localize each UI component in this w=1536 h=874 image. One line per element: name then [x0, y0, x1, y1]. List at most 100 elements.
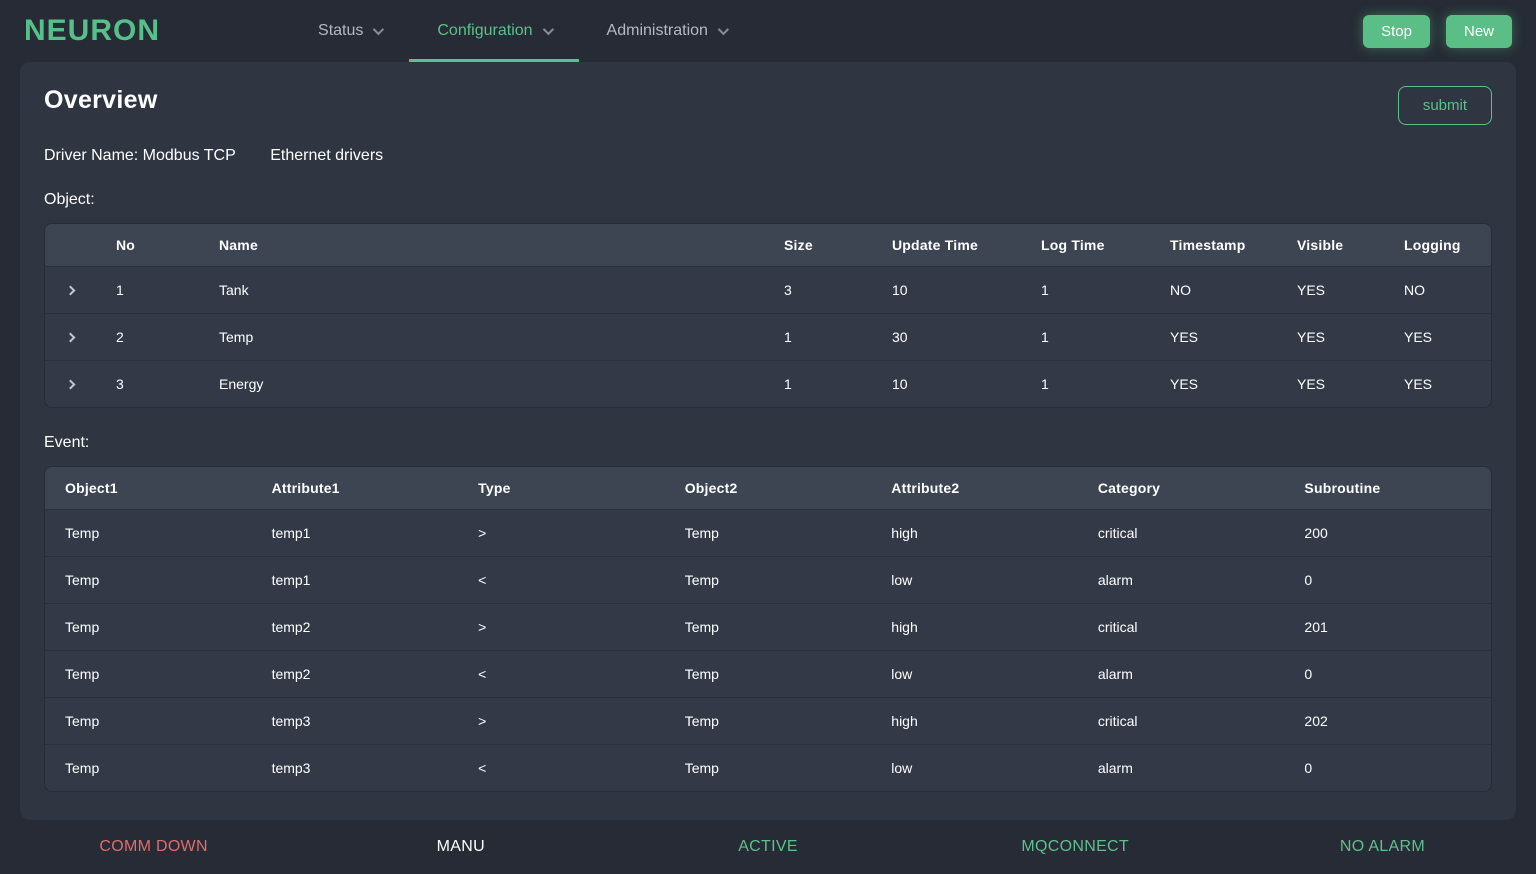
- status-badge: NO ALARM: [1339, 838, 1425, 855]
- cell-type: >: [478, 619, 487, 635]
- cell-object1: Temp: [65, 619, 100, 635]
- column-header-no: No: [116, 237, 136, 253]
- cell-timestamp: YES: [1170, 376, 1199, 392]
- cell-update-time: 10: [892, 376, 908, 392]
- stop-button[interactable]: Stop: [1363, 14, 1430, 48]
- submit-button[interactable]: submit: [1397, 86, 1492, 125]
- status-badge: ACTIVE: [738, 838, 798, 855]
- cell-no: 1: [116, 282, 124, 298]
- cell-size: 1: [784, 329, 792, 345]
- nav-item-administration[interactable]: Administration: [579, 0, 754, 62]
- cell-attribute2: low: [891, 760, 913, 776]
- cell-visible: YES: [1297, 329, 1326, 345]
- cell-size: 1: [784, 376, 792, 392]
- cell-object2: Temp: [684, 525, 719, 541]
- cell-subroutine: 0: [1304, 760, 1313, 776]
- cell-attribute1: temp3: [271, 760, 311, 776]
- table-row[interactable]: Temp temp2 < Temp low alarm 0: [45, 650, 1491, 697]
- column-header-object1: Object1: [65, 480, 118, 496]
- cell-size: 3: [784, 282, 792, 298]
- cell-category: critical: [1097, 713, 1138, 729]
- object-table-header: No Name Size Update Time Log Time Timest…: [45, 224, 1491, 266]
- column-header-size: Size: [784, 237, 813, 253]
- status-badge: COMM DOWN: [99, 838, 208, 855]
- table-row[interactable]: Temp temp1 < Temp low alarm 0: [45, 556, 1491, 603]
- cell-category: critical: [1097, 525, 1138, 541]
- status-bar: COMM DOWN MANU ACTIVE MQCONNECT NO ALARM: [0, 820, 1536, 874]
- cell-subroutine: 202: [1304, 713, 1328, 729]
- expand-row-icon[interactable]: [65, 332, 76, 342]
- cell-object2: Temp: [684, 666, 719, 682]
- brand-logo: NEURON: [24, 14, 161, 47]
- status-badge: MANU: [436, 838, 485, 855]
- cell-attribute2: high: [891, 525, 918, 541]
- cell-attribute2: low: [891, 666, 913, 682]
- cell-attribute1: temp2: [271, 666, 311, 682]
- nav-item-status[interactable]: Status: [290, 0, 409, 62]
- cell-type: <: [478, 666, 487, 682]
- cell-log-time: 1: [1041, 282, 1049, 298]
- cell-type: <: [478, 760, 487, 776]
- cell-update-time: 10: [892, 282, 908, 298]
- row-expander-cell: [45, 361, 100, 407]
- cell-type: >: [478, 713, 487, 729]
- table-row[interactable]: Temp temp1 > Temp high critical 200: [45, 509, 1491, 556]
- cell-category: alarm: [1097, 572, 1133, 588]
- cell-name: Temp: [219, 329, 254, 345]
- nav-actions: Stop New: [1363, 0, 1512, 62]
- column-header-timestamp: Timestamp: [1170, 237, 1246, 253]
- table-row[interactable]: 3 Energy 1 10 1 YES YES YES: [45, 360, 1491, 407]
- cell-subroutine: 0: [1304, 666, 1313, 682]
- driver-name-text: Driver Name: Modbus TCP: [44, 147, 236, 164]
- nav-item-label: Administration: [606, 22, 708, 39]
- table-row[interactable]: Temp temp3 < Temp low alarm 0: [45, 744, 1491, 791]
- cell-type: >: [478, 525, 487, 541]
- new-button[interactable]: New: [1445, 14, 1512, 48]
- object-section-label: Object:: [44, 191, 95, 208]
- row-expander-cell: [45, 267, 100, 313]
- cell-name: Tank: [219, 282, 249, 298]
- cell-log-time: 1: [1041, 329, 1049, 345]
- cell-category: critical: [1097, 619, 1138, 635]
- table-row[interactable]: Temp temp2 > Temp high critical 201: [45, 603, 1491, 650]
- cell-object2: Temp: [684, 572, 719, 588]
- cell-timestamp: NO: [1170, 282, 1191, 298]
- chevron-down-icon: [373, 23, 385, 36]
- cell-object2: Temp: [684, 713, 719, 729]
- cell-logging: YES: [1404, 329, 1433, 345]
- cell-name: Energy: [219, 376, 264, 392]
- cell-object1: Temp: [65, 666, 100, 682]
- cell-attribute2: high: [891, 713, 918, 729]
- cell-visible: YES: [1297, 376, 1326, 392]
- expand-row-icon[interactable]: [65, 285, 76, 295]
- expand-row-icon[interactable]: [65, 379, 76, 389]
- table-row[interactable]: Temp temp3 > Temp high critical 202: [45, 697, 1491, 744]
- cell-object1: Temp: [65, 572, 100, 588]
- table-row[interactable]: 1 Tank 3 10 1 NO YES NO: [45, 266, 1491, 313]
- object-table-body: 1 Tank 3 10 1 NO YES NO 2 Temp 1 30 1 YE…: [45, 266, 1491, 407]
- table-row[interactable]: 2 Temp 1 30 1 YES YES YES: [45, 313, 1491, 360]
- cell-subroutine: 200: [1304, 525, 1328, 541]
- chevron-down-icon: [717, 23, 729, 36]
- event-table: Object1 Attribute1 Type Object2 Attribut…: [44, 466, 1492, 792]
- top-nav: NEURON Status Configuration Administrati…: [0, 0, 1536, 62]
- cell-attribute1: temp2: [271, 619, 311, 635]
- cell-subroutine: 201: [1304, 619, 1328, 635]
- column-header-attribute2: Attribute2: [891, 480, 960, 496]
- nav-item-label: Status: [318, 22, 364, 39]
- cell-object2: Temp: [684, 760, 719, 776]
- cell-logging: YES: [1404, 376, 1433, 392]
- cell-no: 3: [116, 376, 124, 392]
- driver-type-text: Ethernet drivers: [270, 147, 384, 164]
- nav-item-configuration[interactable]: Configuration: [409, 0, 579, 62]
- cell-attribute1: temp1: [271, 572, 311, 588]
- column-header-category: Category: [1097, 480, 1161, 496]
- cell-attribute2: high: [891, 619, 918, 635]
- cell-timestamp: YES: [1170, 329, 1199, 345]
- column-header-subroutine: Subroutine: [1304, 480, 1381, 496]
- column-header-name: Name: [219, 237, 258, 253]
- column-header-type: Type: [478, 480, 511, 496]
- cell-type: <: [478, 572, 487, 588]
- column-header-logging: Logging: [1404, 237, 1461, 253]
- cell-attribute2: low: [891, 572, 913, 588]
